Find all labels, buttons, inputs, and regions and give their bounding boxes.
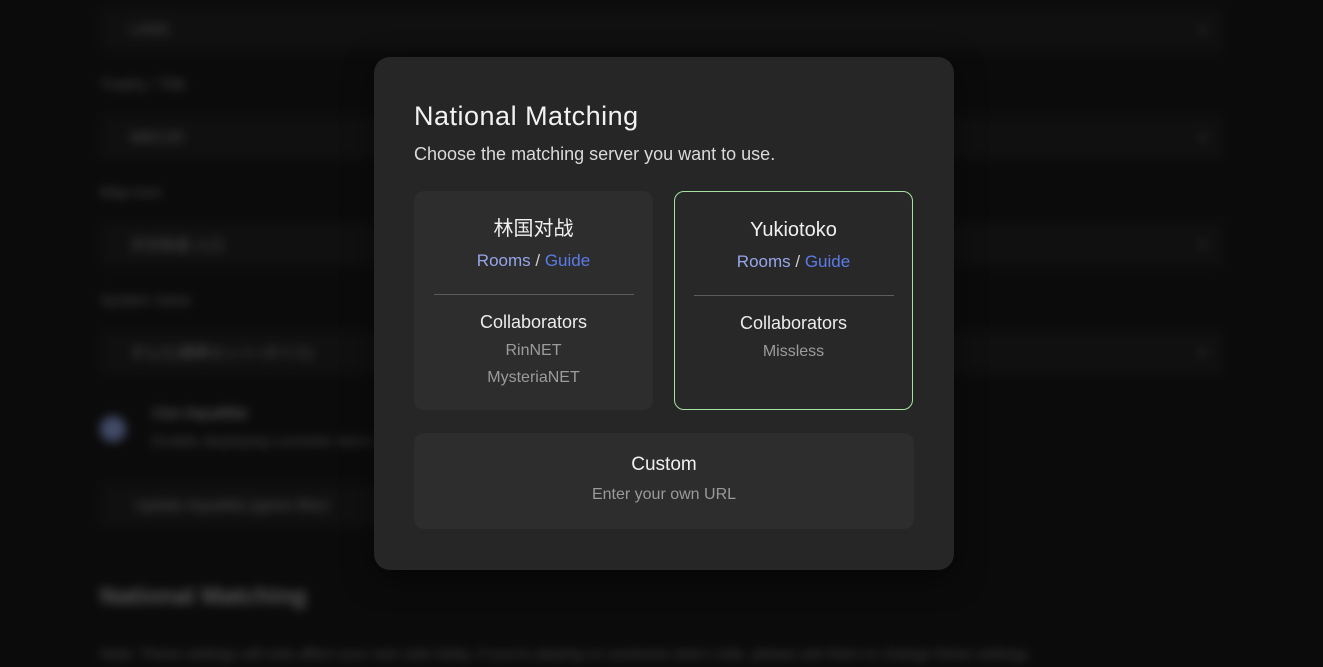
collaborators-heading: Collaborators bbox=[675, 313, 912, 334]
card-divider bbox=[434, 294, 634, 295]
rooms-link[interactable]: Rooms bbox=[477, 251, 531, 270]
card-divider bbox=[694, 295, 894, 296]
app-window: LANS ▾ Trophy / Title WECS5 ▾ Map Icon 天… bbox=[0, 0, 1323, 667]
dialog-title: National Matching bbox=[414, 101, 914, 132]
link-separator: / bbox=[531, 251, 545, 270]
server-card-yukiotoko[interactable]: Yukiotoko Rooms / Guide Collaborators Mi… bbox=[674, 191, 913, 410]
server-links: Rooms / Guide bbox=[675, 250, 912, 274]
national-matching-dialog: National Matching Choose the matching se… bbox=[374, 57, 954, 570]
custom-subtitle: Enter your own URL bbox=[414, 486, 914, 504]
rooms-link[interactable]: Rooms bbox=[737, 252, 791, 271]
collaborators-list: RinNET MysteriaNET bbox=[414, 337, 653, 391]
server-name: 林国对战 bbox=[414, 215, 653, 243]
collaborator: Missless bbox=[675, 338, 912, 365]
dialog-subtitle: Choose the matching server you want to u… bbox=[414, 144, 914, 165]
collaborators-list: Missless bbox=[675, 338, 912, 365]
server-name: Yukiotoko bbox=[675, 216, 912, 244]
guide-link[interactable]: Guide bbox=[545, 251, 590, 270]
collaborator: RinNET bbox=[414, 337, 653, 364]
custom-title: Custom bbox=[414, 454, 914, 476]
collaborators-heading: Collaborators bbox=[414, 312, 653, 333]
link-separator: / bbox=[791, 252, 805, 271]
server-links: Rooms / Guide bbox=[414, 249, 653, 273]
custom-server-card[interactable]: Custom Enter your own URL bbox=[414, 433, 914, 529]
server-options: 林国对战 Rooms / Guide Collaborators RinNET … bbox=[414, 191, 914, 410]
server-card-linguo[interactable]: 林国对战 Rooms / Guide Collaborators RinNET … bbox=[414, 191, 653, 410]
guide-link[interactable]: Guide bbox=[805, 252, 850, 271]
collaborator: MysteriaNET bbox=[414, 364, 653, 391]
